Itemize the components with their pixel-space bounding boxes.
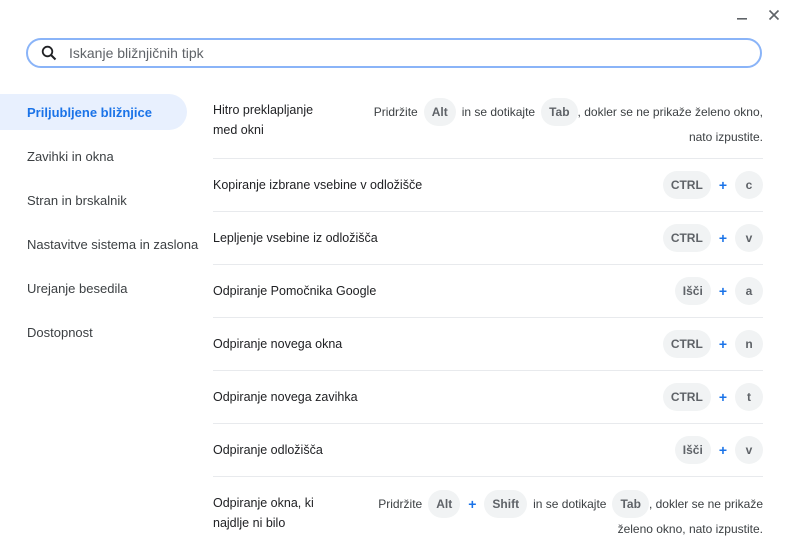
key-shift: Shift <box>484 490 528 518</box>
key-search: Išči <box>674 436 711 464</box>
shortcut-keys: Pridržite Alt in se dotikajte Tab , dokl… <box>353 94 763 158</box>
instruction-text: Pridržite <box>378 497 423 511</box>
key-ctrl: CTRL <box>662 171 711 199</box>
instruction-text: , dokler se ne prikaže <box>648 497 763 511</box>
key-tab: Tab <box>612 490 649 518</box>
shortcut-description: Odpiranje Pomočnika Google <box>213 284 377 298</box>
key-t: t <box>735 383 763 411</box>
minimize-icon <box>737 18 747 20</box>
sidebar-item-accessibility[interactable]: Dostopnost <box>0 314 200 350</box>
shortcut-keys: CTRL + v <box>662 224 763 252</box>
shortcut-description: Odpiranje odložišča <box>213 443 323 457</box>
instruction-text: Pridržite <box>373 105 418 119</box>
key-tab: Tab <box>541 98 578 126</box>
shortcut-description: Odpiranje novega zavihka <box>213 390 358 404</box>
key-alt: Alt <box>428 490 461 518</box>
search-box[interactable] <box>26 38 762 68</box>
plus-sign: + <box>718 283 727 299</box>
instruction-text: želeno okno, nato izpustite. <box>617 522 763 536</box>
shortcut-row[interactable]: Kopiranje izbrane vsebine v odložišče CT… <box>213 159 763 212</box>
instruction-text: in se dotikajte <box>461 105 536 119</box>
key-v: v <box>735 436 763 464</box>
shortcut-description: Odpiranje okna, ki najdlje ni bilo <box>213 496 314 530</box>
shortcut-description: Odpiranje novega okna <box>213 337 343 351</box>
close-button[interactable] <box>765 6 783 24</box>
shortcut-keys: CTRL + c <box>662 171 763 199</box>
shortcut-row[interactable]: Odpiranje novega okna CTRL + n <box>213 318 763 371</box>
window-controls <box>733 6 783 24</box>
sidebar-item-system-display[interactable]: Nastavitve sistema in zaslona <box>0 226 200 262</box>
plus-sign: + <box>718 336 727 352</box>
sidebar-item-label: Nastavitve sistema in zaslona <box>27 236 199 252</box>
shortcut-row[interactable]: Odpiranje odložišča Išči + v <box>213 424 763 477</box>
sidebar-item-page-browser[interactable]: Stran in brskalnik <box>0 182 200 218</box>
shortcut-keys: Išči + a <box>674 277 763 305</box>
shortcut-row[interactable]: Lepljenje vsebine iz odložišča CTRL + v <box>213 212 763 265</box>
sidebar-item-text-editing[interactable]: Urejanje besedila <box>0 270 200 306</box>
plus-sign: + <box>718 389 727 405</box>
key-c: c <box>735 171 763 199</box>
shortcut-keys: CTRL + t <box>662 383 763 411</box>
key-n: n <box>735 330 763 358</box>
instruction-text: , dokler se ne prikaže želeno okno, <box>577 105 763 119</box>
sidebar-item-label: Stran in brskalnik <box>27 192 127 208</box>
sidebar-item-favorites[interactable]: Priljubljene bližnjice <box>0 94 187 130</box>
key-search: Išči <box>674 277 711 305</box>
sidebar-item-label: Urejanje besedila <box>27 280 128 296</box>
shortcut-description: Lepljenje vsebine iz odložišča <box>213 231 378 245</box>
key-a: a <box>735 277 763 305</box>
instruction-text: in se dotikajte <box>533 497 607 511</box>
instruction-text: nato izpustite. <box>688 130 763 144</box>
sidebar: Priljubljene bližnjice Zavihki in okna S… <box>0 94 200 358</box>
search-input[interactable] <box>67 44 760 62</box>
shortcut-description: Hitro preklapljanje med okni <box>213 103 314 137</box>
plus-sign: + <box>468 496 477 512</box>
shortcut-row[interactable]: Odpiranje Pomočnika Google Išči + a <box>213 265 763 318</box>
plus-sign: + <box>718 442 727 458</box>
shortcut-keys: Pridržite Alt + Shift in se dotikajte Ta… <box>353 477 763 542</box>
key-ctrl: CTRL <box>662 383 711 411</box>
shortcut-keys: Išči + v <box>674 436 763 464</box>
shortcut-row[interactable]: Hitro preklapljanje med okni Pridržite A… <box>213 94 763 159</box>
shortcut-keys: CTRL + n <box>662 330 763 358</box>
key-v: v <box>735 224 763 252</box>
shortcut-description: Kopiranje izbrane vsebine v odložišče <box>213 178 423 192</box>
sidebar-item-label: Dostopnost <box>27 324 93 340</box>
plus-sign: + <box>718 230 727 246</box>
plus-sign: + <box>718 177 727 193</box>
key-alt: Alt <box>423 98 456 126</box>
sidebar-item-tabs-windows[interactable]: Zavihki in okna <box>0 138 200 174</box>
key-ctrl: CTRL <box>662 330 711 358</box>
search-icon <box>41 45 57 61</box>
shortcut-row[interactable]: Odpiranje okna, ki najdlje ni bilo Pridr… <box>213 477 763 542</box>
sidebar-item-label: Zavihki in okna <box>27 148 114 164</box>
shortcut-row[interactable]: Odpiranje novega zavihka CTRL + t <box>213 371 763 424</box>
shortcut-list: Hitro preklapljanje med okni Pridržite A… <box>213 94 763 542</box>
key-ctrl: CTRL <box>662 224 711 252</box>
sidebar-item-label: Priljubljene bližnjice <box>27 104 152 120</box>
minimize-button[interactable] <box>733 6 751 24</box>
close-icon <box>768 9 780 21</box>
